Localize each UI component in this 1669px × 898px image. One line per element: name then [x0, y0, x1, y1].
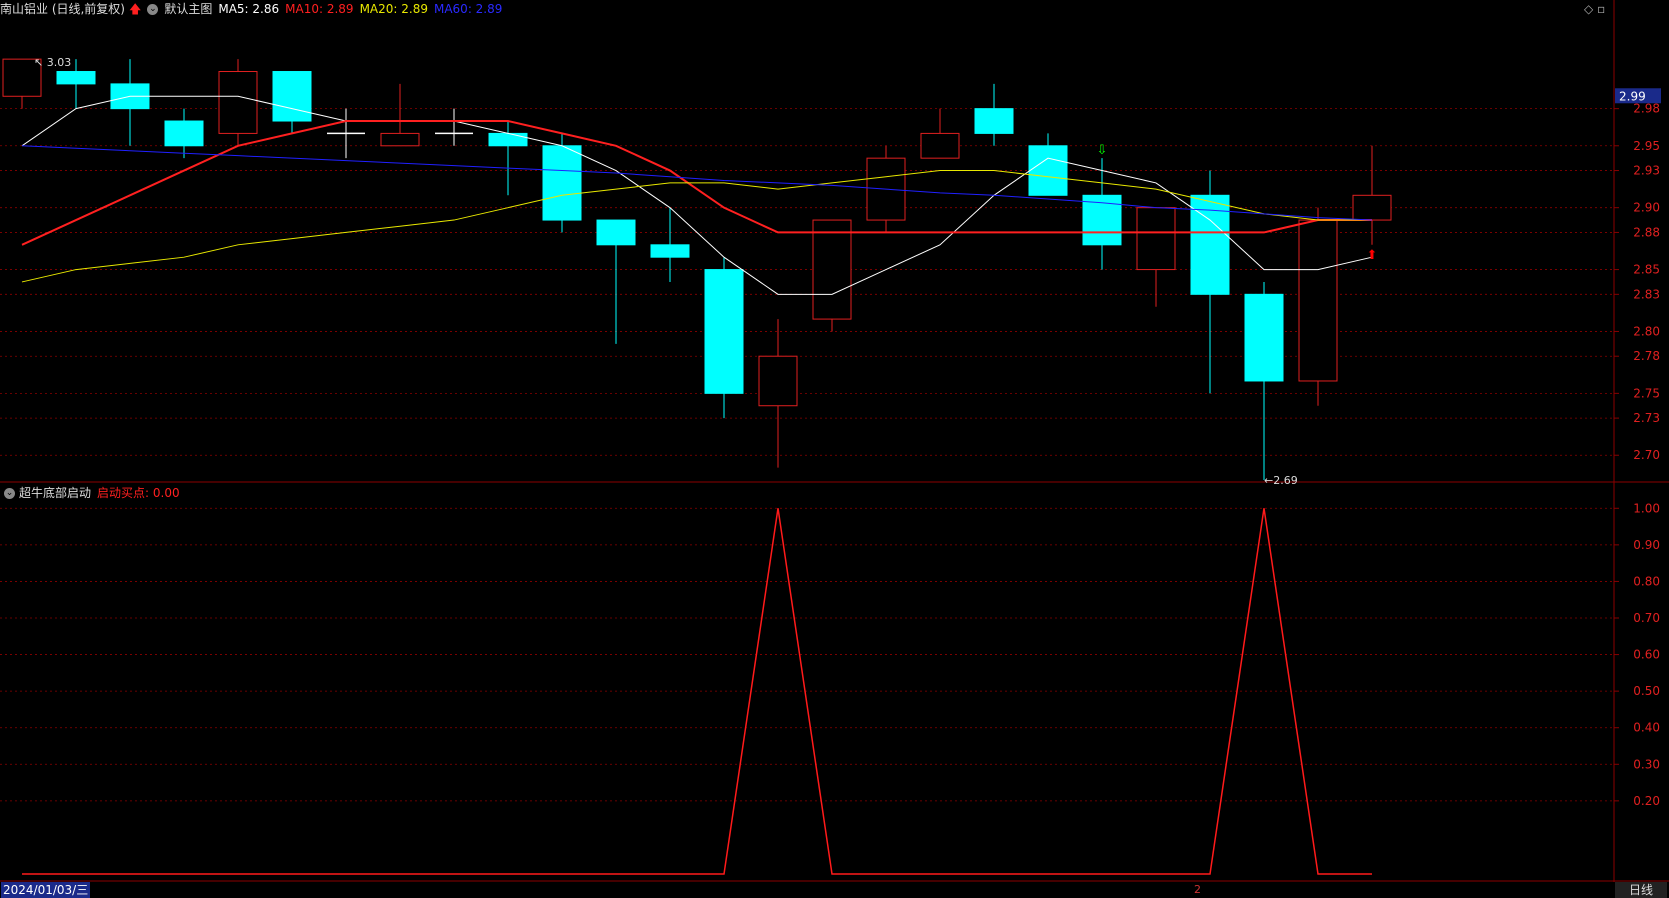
price-tick-label: 2.88: [1633, 225, 1660, 239]
price-tick-label: 2.73: [1633, 411, 1660, 425]
candle-body: [1028, 145, 1068, 196]
low-price-label: ←2.69: [1264, 474, 1298, 487]
arrow-down-icon: ⇩: [1097, 143, 1108, 158]
indicator-tick-label: 0.30: [1633, 757, 1660, 771]
candle-body: [542, 145, 582, 221]
period-label[interactable]: 日线: [1615, 882, 1667, 898]
chart-canvas[interactable]: 2.70 2.73 2.75 2.78 2.80 2.83 2.85 2.88 2.90 2.93…: [0, 0, 1669, 898]
axis-marker: 2: [1194, 883, 1201, 896]
indicator-tick-label: 0.20: [1633, 794, 1660, 808]
indicator-tick-label: 0.90: [1633, 538, 1660, 552]
price-tick-label: 2.78: [1633, 349, 1660, 363]
price-tick-label: 2.70: [1633, 448, 1660, 462]
candle-body: [812, 219, 852, 320]
candle-body: [650, 244, 690, 258]
indicator-tick-label: 0.70: [1633, 611, 1660, 625]
candle-body: [1136, 207, 1176, 271]
candle-body: [1298, 219, 1338, 382]
price-tick-label: 2.95: [1633, 139, 1660, 153]
price-tick-label: 2.83: [1633, 287, 1660, 301]
price-tick-label: 2.90: [1633, 201, 1660, 215]
candle-body: [704, 269, 744, 394]
high-price-label: ↖ 3.03: [34, 56, 71, 69]
price-tick-label: 2.98: [1633, 102, 1660, 116]
candle-body: [596, 219, 636, 246]
candle-body: [758, 355, 798, 407]
candle-body: [920, 132, 960, 159]
candle-body: [218, 71, 258, 134]
candle-body: [974, 108, 1014, 134]
candle-body: [164, 120, 204, 147]
price-tick-label: 2.85: [1633, 263, 1660, 277]
price-tick-label: 2.75: [1633, 386, 1660, 400]
date-label: 2024/01/03/三: [1, 882, 91, 898]
candle-body: [1352, 194, 1392, 221]
candle-body: [56, 71, 96, 85]
candle-body: [272, 71, 312, 122]
arrow-up-icon: ⬆: [1367, 248, 1378, 263]
candle-body: [1244, 293, 1284, 382]
price-tick-label: 2.80: [1633, 324, 1660, 338]
indicator-tick-label: 0.40: [1633, 721, 1660, 735]
indicator-tick-label: 0.80: [1633, 574, 1660, 588]
indicator-tick-label: 1.00: [1633, 501, 1660, 515]
current-price-label: 2.99: [1619, 89, 1646, 103]
candle-body: [488, 132, 528, 147]
indicator-tick-label: 0.60: [1633, 648, 1660, 662]
price-tick-label: 2.93: [1633, 164, 1660, 178]
indicator-tick-label: 0.50: [1633, 684, 1660, 698]
candle-body: [380, 132, 420, 147]
